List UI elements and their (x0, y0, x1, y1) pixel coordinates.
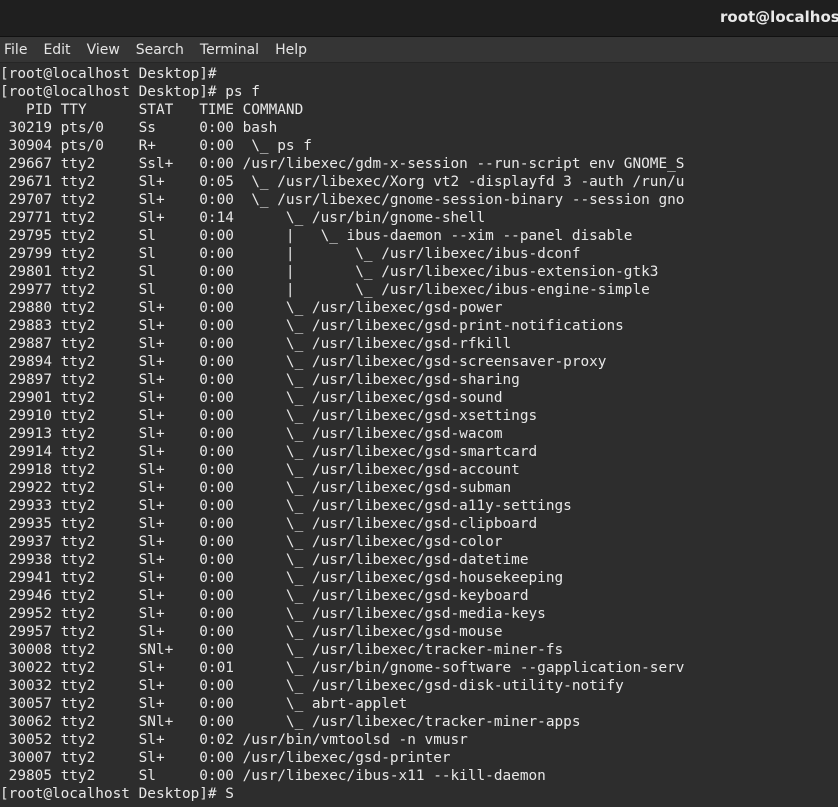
terminal-line: 30904 pts/0 R+ 0:00 \_ ps f (0, 138, 312, 154)
menu-file[interactable]: File (4, 42, 35, 58)
title-bar[interactable]: root@localhost:~/Desktop (0, 0, 838, 37)
menu-edit[interactable]: Edit (43, 42, 78, 58)
terminal-line: [root@localhost Desktop]# ps f (0, 84, 260, 100)
terminal-input[interactable]: S (225, 785, 234, 803)
terminal-line: PID TTY STAT TIME COMMAND (0, 102, 304, 118)
terminal-line: 29977 tty2 Sl 0:00 | \_ /usr/libexec/ibu… (0, 282, 650, 298)
terminal-area[interactable]: [root@localhost Desktop]# [root@localhost… (0, 64, 838, 807)
terminal-line: 29671 tty2 Sl+ 0:05 \_ /usr/libexec/Xorg… (0, 174, 685, 190)
terminal-line: 29910 tty2 Sl+ 0:00 \_ /usr/libexec/gsd-… (0, 408, 538, 424)
terminal-line: 29667 tty2 Ssl+ 0:00 /usr/libexec/gdm-x-… (0, 156, 685, 172)
terminal-line: 29941 tty2 Sl+ 0:00 \_ /usr/libexec/gsd-… (0, 570, 564, 586)
terminal-line: 29795 tty2 Sl 0:00 | \_ ibus-daemon --xi… (0, 228, 633, 244)
terminal-line: 30022 tty2 Sl+ 0:01 \_ /usr/bin/gnome-so… (0, 660, 685, 676)
window-title: root@localhost:~/Desktop (720, 8, 838, 26)
terminal-line: 29922 tty2 Sl+ 0:00 \_ /usr/libexec/gsd-… (0, 480, 512, 496)
menu-terminal[interactable]: Terminal (200, 42, 267, 58)
terminal-line: 30007 tty2 Sl+ 0:00 /usr/libexec/gsd-pri… (0, 750, 451, 766)
terminal-line: 29946 tty2 Sl+ 0:00 \_ /usr/libexec/gsd-… (0, 588, 529, 604)
menu-help[interactable]: Help (275, 42, 315, 58)
terminal-line: 29952 tty2 Sl+ 0:00 \_ /usr/libexec/gsd-… (0, 606, 546, 622)
terminal-line: 29771 tty2 Sl+ 0:14 \_ /usr/bin/gnome-sh… (0, 210, 486, 226)
terminal-output: [root@localhost Desktop]# [root@localhost… (0, 65, 684, 803)
terminal-line: 30008 tty2 SNl+ 0:00 \_ /usr/libexec/tra… (0, 642, 564, 658)
terminal-line: 29918 tty2 Sl+ 0:00 \_ /usr/libexec/gsd-… (0, 462, 520, 478)
terminal-prompt: [root@localhost Desktop]# (0, 786, 226, 802)
terminal-line: 29707 tty2 Sl+ 0:00 \_ /usr/libexec/gnom… (0, 192, 685, 208)
terminal-line: 30052 tty2 Sl+ 0:02 /usr/bin/vmtoolsd -n… (0, 732, 468, 748)
terminal-line: 30062 tty2 SNl+ 0:00 \_ /usr/libexec/tra… (0, 714, 581, 730)
terminal-line: [root@localhost Desktop]# (0, 66, 217, 82)
terminal-line: 29938 tty2 Sl+ 0:00 \_ /usr/libexec/gsd-… (0, 552, 529, 568)
terminal-line: 29933 tty2 Sl+ 0:00 \_ /usr/libexec/gsd-… (0, 498, 572, 514)
menu-view[interactable]: View (87, 42, 128, 58)
terminal-line: 29805 tty2 Sl 0:00 /usr/libexec/ibus-x11… (0, 768, 546, 784)
terminal-line: 29894 tty2 Sl+ 0:00 \_ /usr/libexec/gsd-… (0, 354, 607, 370)
terminal-line: 29935 tty2 Sl+ 0:00 \_ /usr/libexec/gsd-… (0, 516, 538, 532)
terminal-line: 29799 tty2 Sl 0:00 | \_ /usr/libexec/ibu… (0, 246, 581, 262)
terminal-line: 29883 tty2 Sl+ 0:00 \_ /usr/libexec/gsd-… (0, 318, 624, 334)
terminal-line: 29937 tty2 Sl+ 0:00 \_ /usr/libexec/gsd-… (0, 534, 503, 550)
terminal-line: 29914 tty2 Sl+ 0:00 \_ /usr/libexec/gsd-… (0, 444, 538, 460)
terminal-line: 29801 tty2 Sl 0:00 | \_ /usr/libexec/ibu… (0, 264, 659, 280)
terminal-prompt-line[interactable]: [root@localhost Desktop]# S (0, 785, 684, 803)
terminal-line: 29897 tty2 Sl+ 0:00 \_ /usr/libexec/gsd-… (0, 372, 520, 388)
terminal-line: 29887 tty2 Sl+ 0:00 \_ /usr/libexec/gsd-… (0, 336, 512, 352)
menu-search[interactable]: Search (136, 42, 192, 58)
terminal-line: 29913 tty2 Sl+ 0:00 \_ /usr/libexec/gsd-… (0, 426, 503, 442)
terminal-line: 29957 tty2 Sl+ 0:00 \_ /usr/libexec/gsd-… (0, 624, 503, 640)
terminal-window: root@localhost:~/Desktop File Edit View … (0, 0, 838, 807)
menu-bar: File Edit View Search Terminal Help (0, 37, 838, 63)
terminal-line: 30219 pts/0 Ss 0:00 bash (0, 120, 278, 136)
terminal-line: 30057 tty2 Sl+ 0:00 \_ abrt-applet (0, 696, 408, 712)
terminal-line: 30032 tty2 Sl+ 0:00 \_ /usr/libexec/gsd-… (0, 678, 624, 694)
terminal-line: 29880 tty2 Sl+ 0:00 \_ /usr/libexec/gsd-… (0, 300, 503, 316)
terminal-line: 29901 tty2 Sl+ 0:00 \_ /usr/libexec/gsd-… (0, 390, 503, 406)
